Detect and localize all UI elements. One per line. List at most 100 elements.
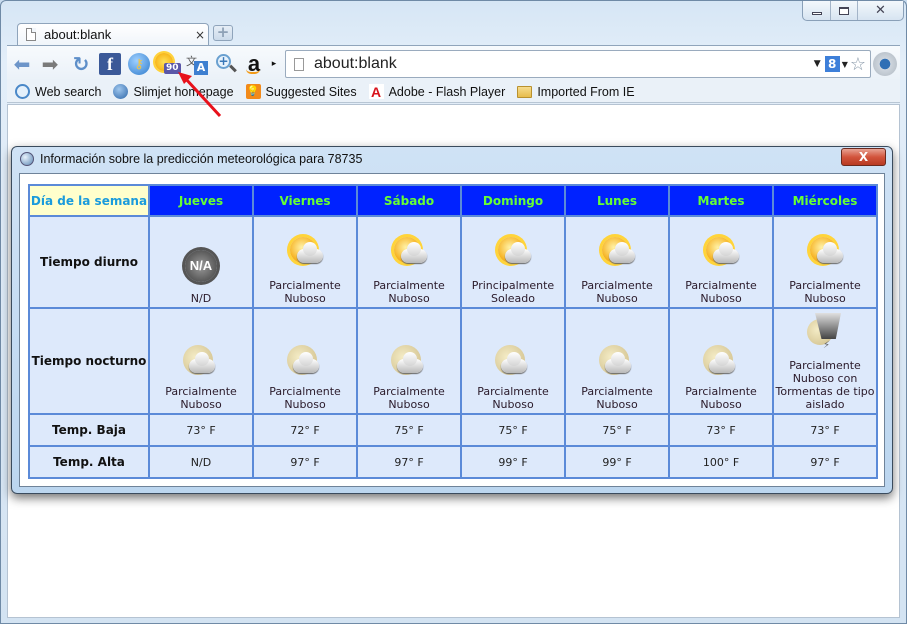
url-input[interactable] xyxy=(314,55,814,73)
row-label: Tiempo nocturno xyxy=(28,307,150,415)
dialog-title: Información sobre la predicción meteorol… xyxy=(40,152,363,166)
high-temp-cell: 97° F xyxy=(252,445,358,479)
bookmark-label: Imported From IE xyxy=(537,84,635,99)
low-temp-cell: 75° F xyxy=(564,413,670,447)
condition-text: Parcialmente Nuboso xyxy=(789,279,861,305)
bookmark-star-icon[interactable]: ☆ xyxy=(850,54,866,75)
condition-text: Parcialmente Nuboso xyxy=(373,385,445,411)
search-engine-dropdown-icon[interactable]: ▼ xyxy=(842,60,848,69)
high-temp-cell: N/D xyxy=(148,445,254,479)
daytime-weather-row: Tiempo diurno N/A N/D Parcialmente Nuboso P… xyxy=(28,215,878,309)
condition-text: Parcialmente Nuboso xyxy=(373,279,445,305)
tab-close-icon[interactable]: × xyxy=(192,28,208,42)
night-forecast-cell: Parcialmente Nuboso xyxy=(564,307,670,415)
day-of-week-header: Día de la semana xyxy=(28,184,150,217)
day-forecast-cell: Parcialmente Nuboso xyxy=(564,215,670,309)
cloud-shape xyxy=(297,242,323,263)
bookmark-adobe-flash-player[interactable]: A Adobe - Flash Player xyxy=(368,84,505,100)
forecast-table: Día de la semana Jueves Viernes Sábado D… xyxy=(28,184,878,479)
close-window-button[interactable]: ✕ xyxy=(857,1,903,20)
minimize-button[interactable] xyxy=(803,1,830,20)
key-icon[interactable]: ⚷ xyxy=(128,53,150,75)
low-temp-cell: 73° F xyxy=(772,413,878,447)
toolbar: ⬅ ➡ ↻ f ⚷ 90 文 A + a ▸ ▼ 8 ▼ ☆ xyxy=(7,45,900,81)
facebook-icon[interactable]: f xyxy=(99,53,121,75)
low-temp-cell: 73° F xyxy=(668,413,774,447)
high-temp-cell: 99° F xyxy=(460,445,566,479)
low-temp-cell: 73° F xyxy=(148,413,254,447)
tab-title: about:blank xyxy=(44,27,112,42)
condition-text: Parcialmente Nuboso xyxy=(165,385,237,411)
night-forecast-cell: Parcialmente Nuboso xyxy=(148,307,254,415)
night-forecast-cell: ⚡ Parcialmente Nuboso con Tormentas de ti… xyxy=(772,307,878,415)
high-temp-row: Temp. Alta N/D 97° F 97° F 99° F 99° F 100° F… xyxy=(28,445,878,479)
day-header: Jueves xyxy=(148,184,254,217)
search-icon xyxy=(15,84,30,99)
partly-cloudy-night-icon xyxy=(701,339,741,379)
low-temp-row: Temp. Baja 73° F 72° F 75° F 75° F 75° F 73° … xyxy=(28,413,878,447)
isolated-thunderstorms-icon: ⚡ xyxy=(805,313,845,353)
partly-cloudy-night-icon xyxy=(181,339,221,379)
tab-about-blank[interactable]: about:blank × xyxy=(17,23,209,45)
close-icon: ✕ xyxy=(875,3,886,18)
bolt-shape: ⚡ xyxy=(823,340,831,351)
cloud-shape xyxy=(713,242,739,263)
page-icon xyxy=(26,28,36,41)
bookmark-suggested-sites[interactable]: 💡 Suggested Sites xyxy=(245,84,357,99)
partly-cloudy-night-icon xyxy=(597,339,637,379)
arrow-shaft xyxy=(183,76,222,118)
partly-cloudy-night-icon xyxy=(389,339,429,379)
cloud-shape xyxy=(501,352,527,373)
low-temp-cell: 72° F xyxy=(252,413,358,447)
bookmark-label: Web search xyxy=(35,84,102,99)
bookmark-imported-from-ie[interactable]: Imported From IE xyxy=(517,84,635,99)
adobe-icon: A xyxy=(368,84,384,100)
window-controls: ✕ xyxy=(802,1,904,21)
history-dropdown-icon[interactable]: ▼ xyxy=(814,59,821,69)
back-arrow-icon[interactable]: ⬅ xyxy=(11,52,33,76)
day-forecast-cell: Parcialmente Nuboso xyxy=(772,215,878,309)
amazon-icon[interactable]: a xyxy=(243,51,265,76)
not-available-icon: N/A xyxy=(181,246,221,286)
dialog-app-icon xyxy=(20,152,34,166)
condition-text: Parcialmente Nuboso xyxy=(477,385,549,411)
reload-icon[interactable]: ↻ xyxy=(70,52,92,76)
more-extensions-chevron-icon[interactable]: ▸ xyxy=(269,53,279,75)
dialog-close-button[interactable]: X xyxy=(841,148,886,166)
row-label: Temp. Baja xyxy=(28,413,150,447)
forward-arrow-icon[interactable]: ➡ xyxy=(39,52,61,76)
day-forecast-cell: Parcialmente Nuboso xyxy=(252,215,358,309)
search-engine-icon[interactable]: 8 xyxy=(824,56,840,72)
cloud-shape xyxy=(397,352,423,373)
condition-text: Parcialmente Nuboso con Tormentas de tip… xyxy=(775,359,875,411)
new-tab-button[interactable]: + xyxy=(213,25,233,41)
address-bar[interactable]: ▼ 8 ▼ ☆ xyxy=(285,50,871,78)
bookmark-web-search[interactable]: Web search xyxy=(15,84,101,99)
dialog-titlebar: Información sobre la predicción meteorol… xyxy=(20,152,362,166)
magnifier-handle xyxy=(229,64,237,73)
partly-cloudy-day-icon xyxy=(493,233,533,273)
partly-cloudy-day-icon xyxy=(701,233,741,273)
condition-text: Principalmente Soleado xyxy=(471,279,555,305)
day-header: Lunes xyxy=(564,184,670,217)
cloud-shape xyxy=(189,352,215,373)
page-icon xyxy=(294,57,304,71)
row-label: Tiempo diurno xyxy=(28,215,150,309)
condition-text: Parcialmente Nuboso xyxy=(269,385,341,411)
high-temp-cell: 97° F xyxy=(772,445,878,479)
night-forecast-cell: Parcialmente Nuboso xyxy=(252,307,358,415)
night-forecast-cell: Parcialmente Nuboso xyxy=(668,307,774,415)
night-forecast-cell: Parcialmente Nuboso xyxy=(460,307,566,415)
settings-gear-icon[interactable] xyxy=(873,52,897,76)
low-temp-cell: 75° F xyxy=(356,413,462,447)
partly-cloudy-day-icon xyxy=(597,233,637,273)
minimize-icon xyxy=(811,12,822,15)
cloud-shape xyxy=(817,242,843,263)
condition-text: Parcialmente Nuboso xyxy=(685,385,757,411)
maximize-button[interactable] xyxy=(830,1,857,20)
bookmarks-bar: Web search Slimjet homepage 💡 Suggested … xyxy=(7,81,900,103)
cloud-shape xyxy=(505,242,531,263)
badge-shape: N/A xyxy=(185,250,217,282)
partly-cloudy-night-icon xyxy=(285,339,325,379)
cloud-shape xyxy=(605,352,631,373)
